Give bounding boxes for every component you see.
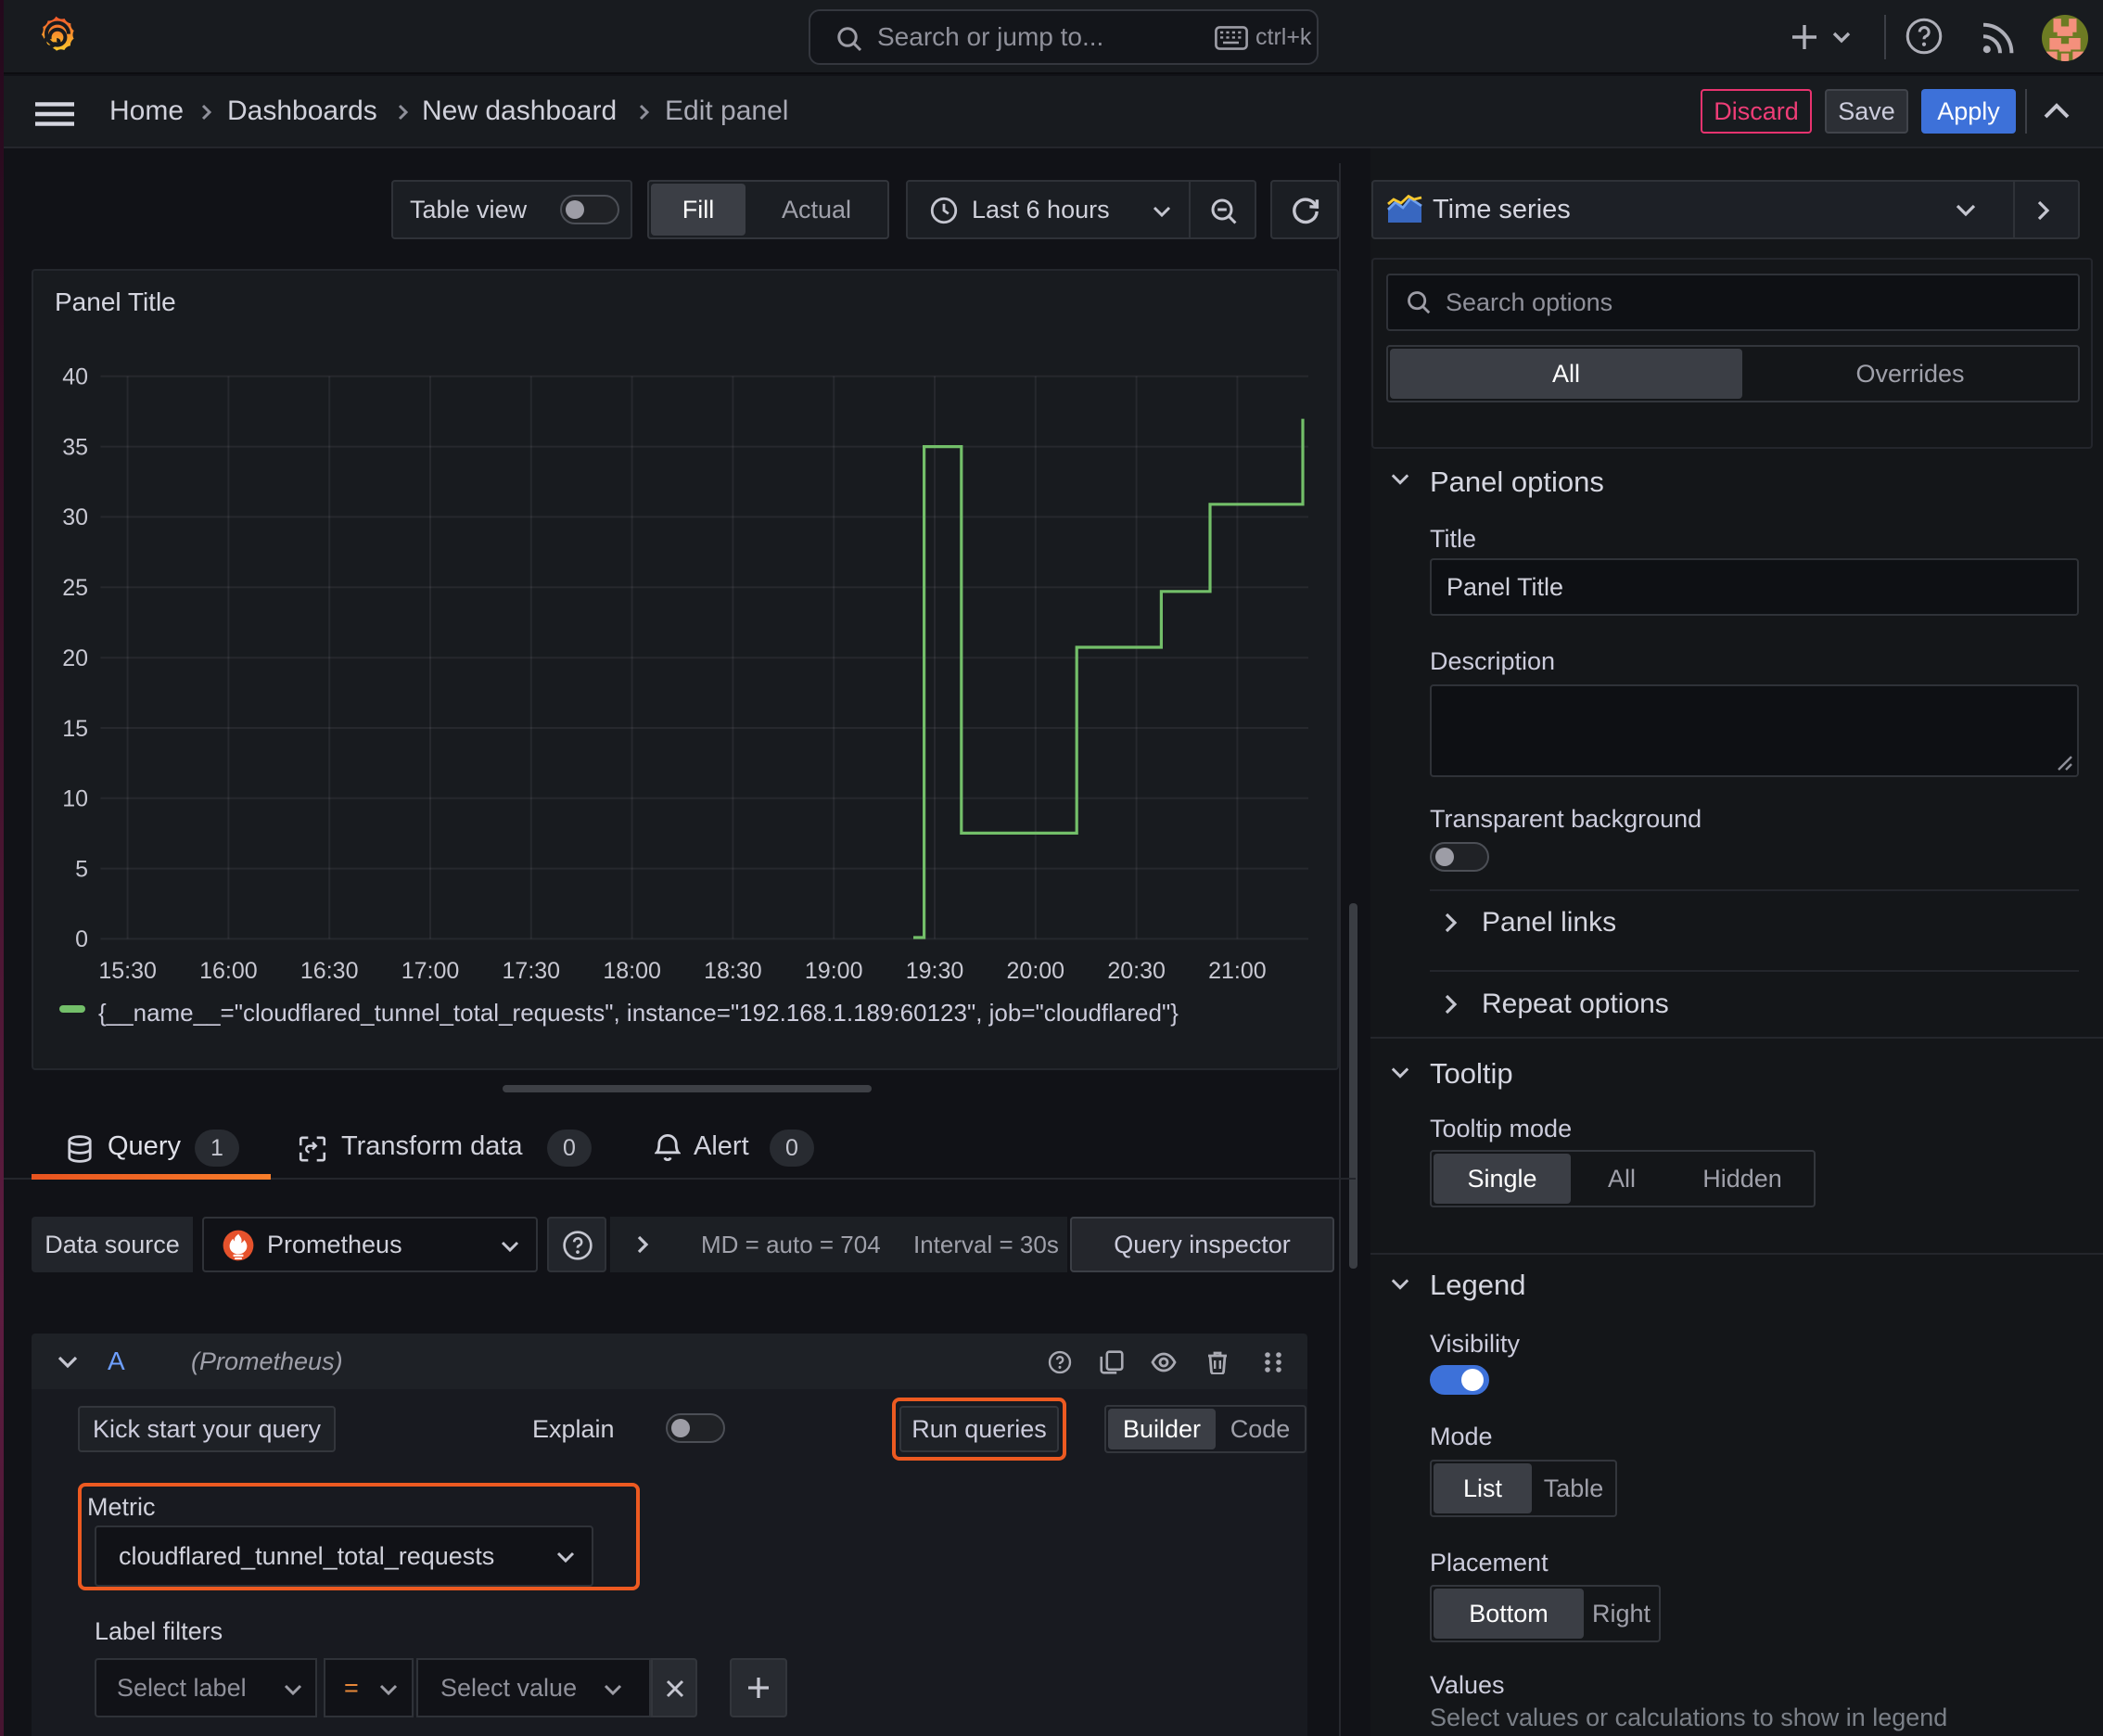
svg-text:5: 5 [75,856,88,882]
svg-text:19:00: 19:00 [805,958,863,984]
svg-text:17:00: 17:00 [401,958,460,984]
svg-text:20: 20 [62,645,88,671]
svg-text:17:30: 17:30 [503,958,561,984]
svg-text:19:30: 19:30 [906,958,964,984]
svg-text:40: 40 [62,364,88,390]
svg-text:20:30: 20:30 [1107,958,1166,984]
svg-text:15: 15 [62,716,88,742]
svg-text:18:00: 18:00 [603,958,661,984]
svg-text:15:30: 15:30 [98,958,157,984]
svg-text:21:00: 21:00 [1208,958,1267,984]
svg-text:25: 25 [62,575,88,601]
svg-text:20:00: 20:00 [1007,958,1065,984]
svg-text:18:30: 18:30 [704,958,762,984]
svg-text:16:00: 16:00 [199,958,258,984]
svg-text:10: 10 [62,786,88,812]
svg-text:16:30: 16:30 [300,958,359,984]
svg-text:{__name__="cloudflared_tunnel_: {__name__="cloudflared_tunnel_total_requ… [98,999,1179,1027]
svg-text:30: 30 [62,504,88,530]
svg-text:0: 0 [75,926,88,952]
svg-text:35: 35 [62,434,88,460]
